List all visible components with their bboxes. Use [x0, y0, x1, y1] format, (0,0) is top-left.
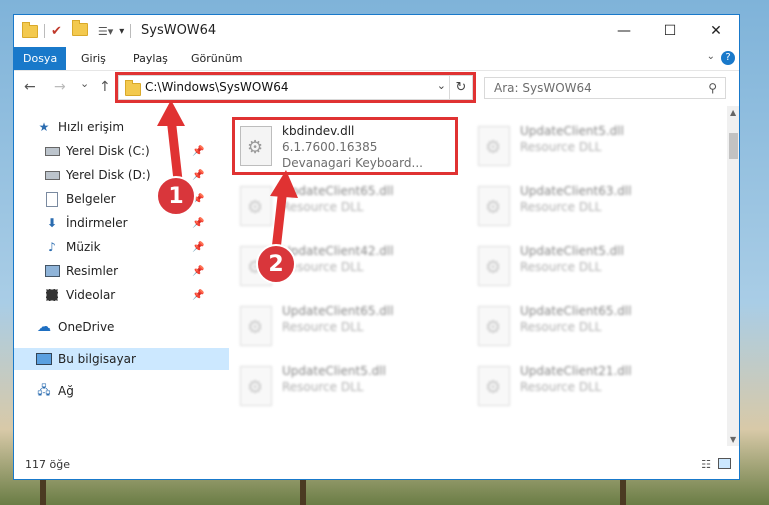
step-badge-2: 2: [256, 244, 296, 284]
step-badge-1: 1: [156, 176, 196, 216]
arrow-1: [157, 100, 185, 185]
annotation-overlay: [157, 100, 298, 255]
arrow-2: [270, 170, 298, 255]
